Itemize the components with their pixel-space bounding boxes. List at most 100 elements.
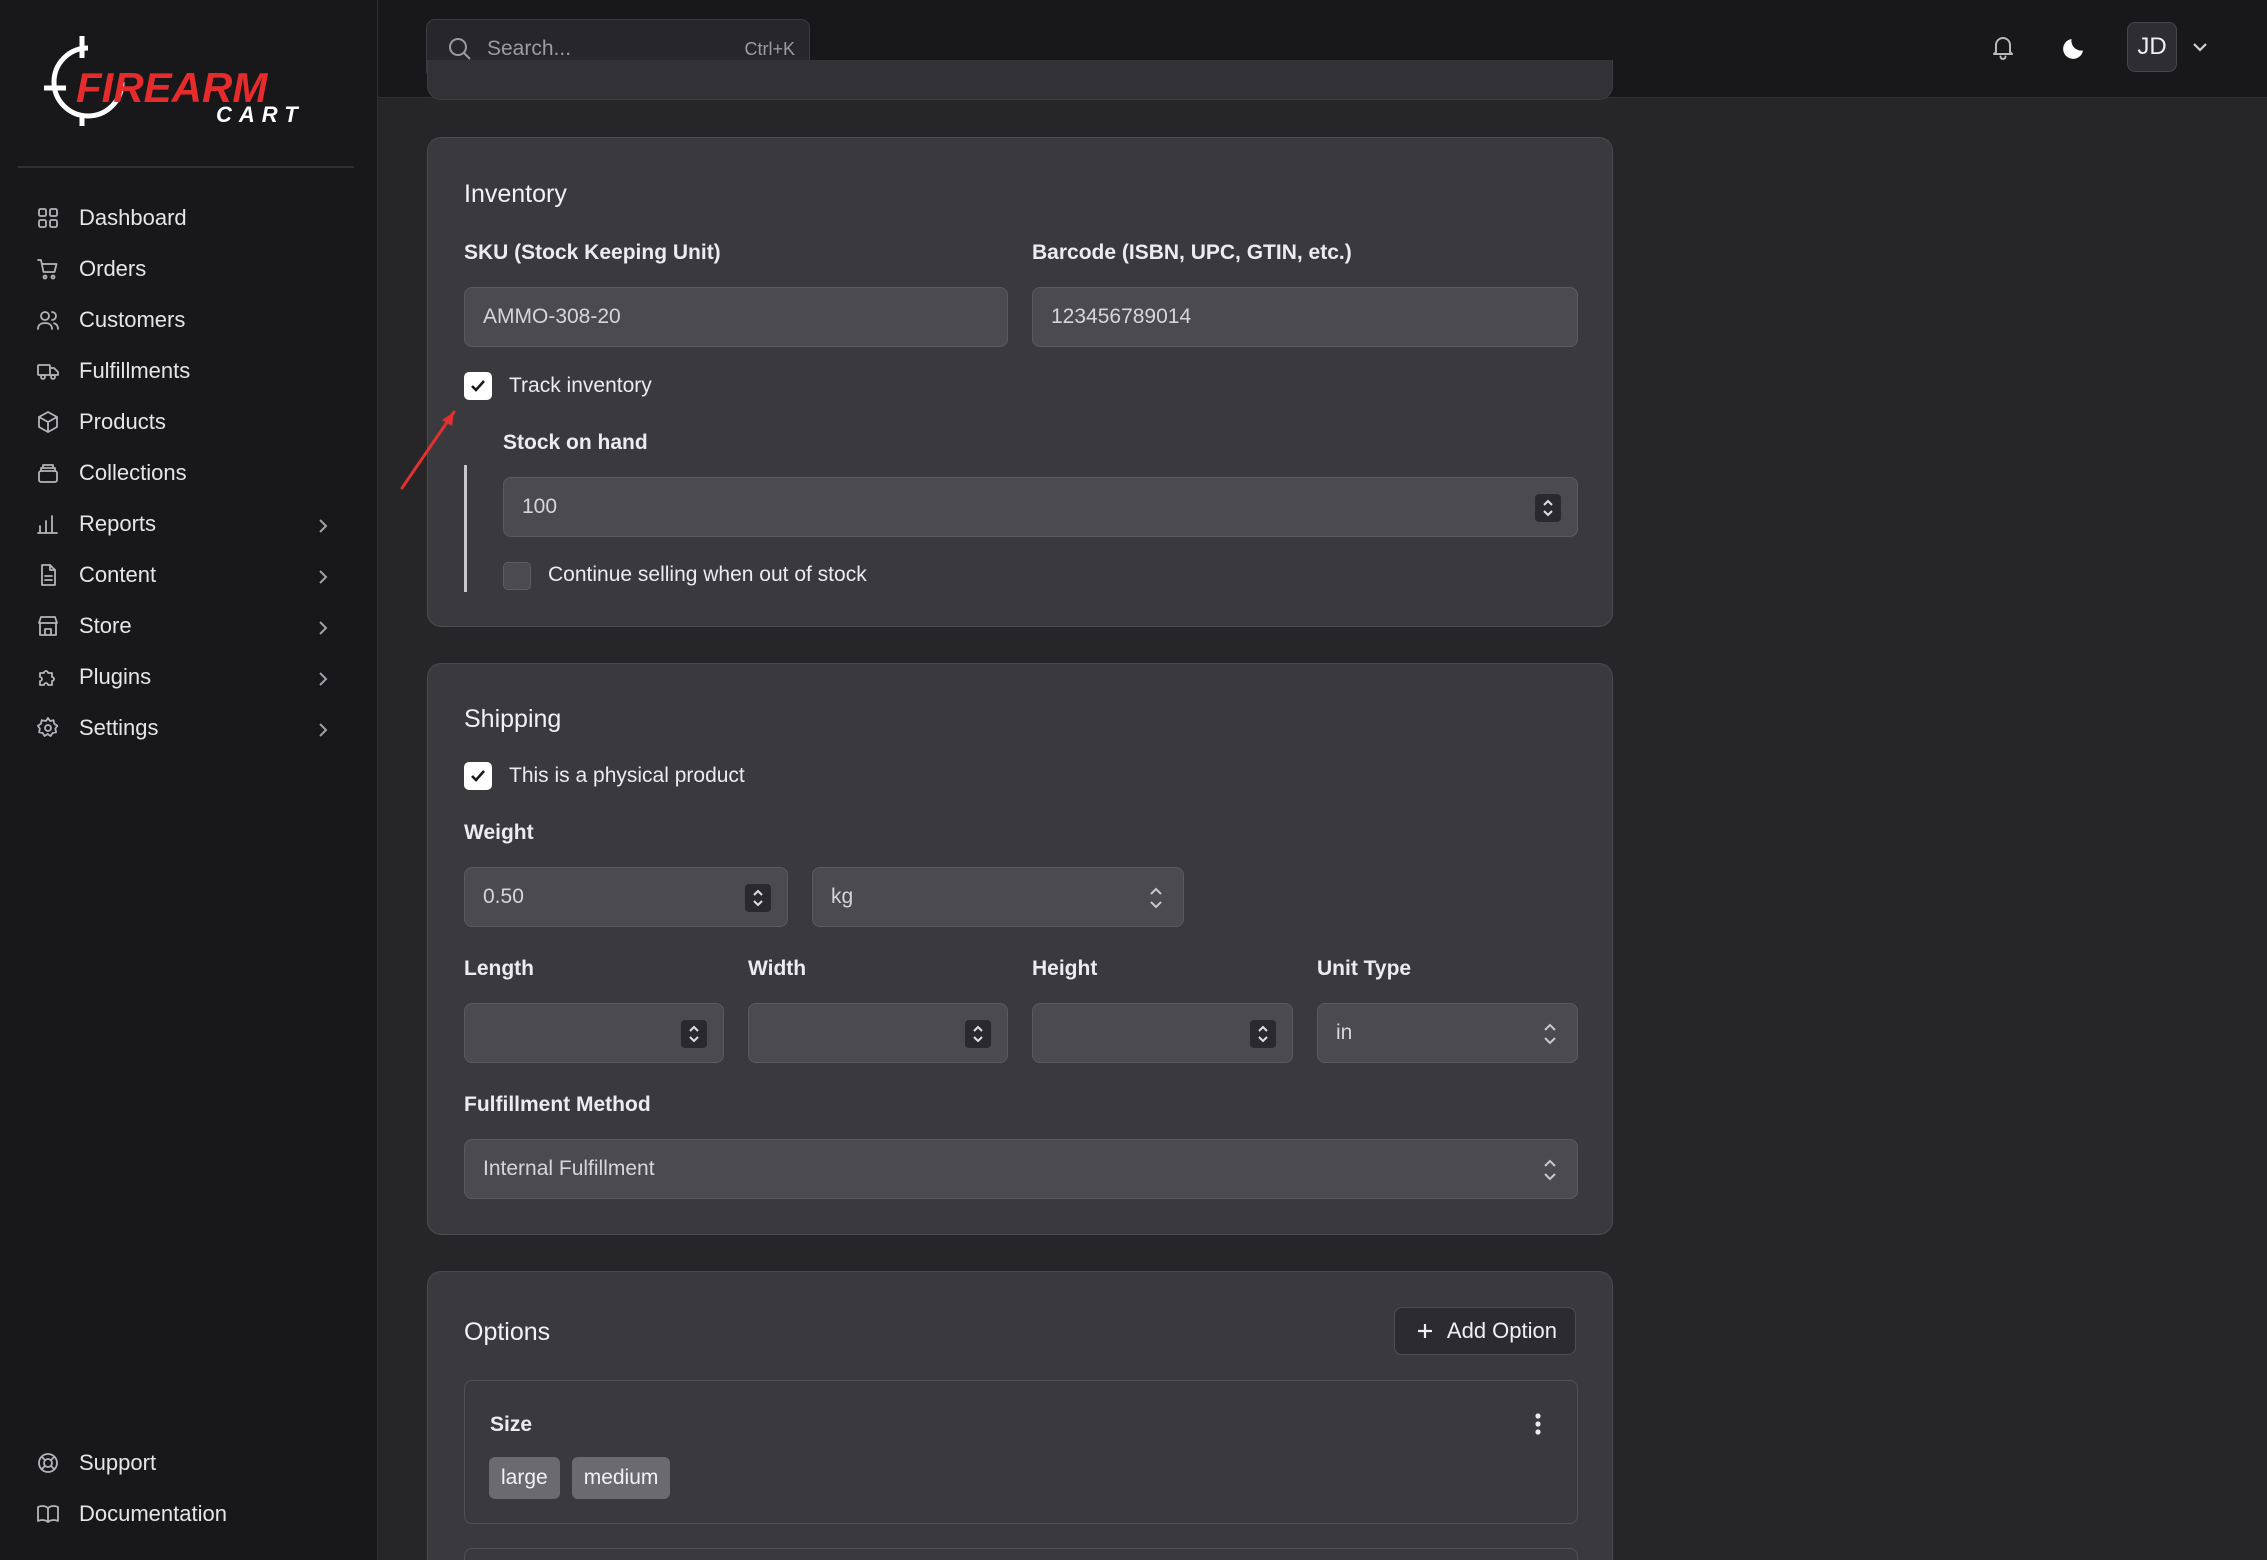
- length-input[interactable]: [464, 1003, 724, 1063]
- option-item: [464, 1548, 1578, 1560]
- physical-product-checkbox[interactable]: [464, 762, 492, 790]
- options-card: Options Add Option Size large medium: [427, 1271, 1613, 1560]
- dashboard-icon: [36, 206, 60, 230]
- bell-icon: [1993, 37, 2013, 60]
- box-icon: [36, 410, 60, 434]
- search-placeholder: Search...: [487, 37, 572, 60]
- gear-icon: [36, 716, 60, 740]
- chevron-right-icon: [314, 617, 332, 635]
- sidebar-item-fulfillments[interactable]: Fulfillments: [18, 345, 354, 396]
- sidebar-item-orders[interactable]: Orders: [18, 243, 354, 294]
- height-input[interactable]: [1032, 1003, 1293, 1063]
- barcode-label: Barcode (ISBN, UPC, GTIN, etc.): [1032, 241, 1352, 264]
- sidebar-item-reports[interactable]: Reports: [18, 498, 354, 549]
- sidebar-item-label: Reports: [79, 510, 157, 536]
- sidebar-item-label: Orders: [79, 255, 147, 281]
- width-input[interactable]: [748, 1003, 1008, 1063]
- unit-type-select[interactable]: in: [1317, 1003, 1578, 1063]
- select-arrows-icon: [1147, 885, 1165, 911]
- shipping-title: Shipping: [464, 705, 562, 733]
- height-label: Height: [1032, 957, 1098, 980]
- stock-input[interactable]: 100: [503, 477, 1578, 537]
- weight-label: Weight: [464, 821, 534, 844]
- weight-input[interactable]: 0.50: [464, 867, 788, 927]
- annotation-arrow-icon: [400, 410, 456, 490]
- weight-unit-select[interactable]: kg: [812, 867, 1184, 927]
- chevron-right-icon: [314, 515, 332, 533]
- bar-chart-icon: [36, 512, 60, 536]
- shipping-card: Shipping This is a physical product Weig…: [427, 663, 1613, 1235]
- chevron-right-icon: [314, 668, 332, 686]
- continue-selling-label: Continue selling when out of stock: [548, 563, 867, 586]
- weight-unit-value: kg: [831, 885, 854, 908]
- chevron-down-icon[interactable]: [2191, 38, 2209, 56]
- width-label: Width: [748, 957, 807, 980]
- sidebar-item-collections[interactable]: Collections: [18, 447, 354, 498]
- stepper-icon[interactable]: [745, 884, 771, 912]
- sidebar-item-label: Collections: [79, 459, 187, 485]
- nested-indent-line: [464, 465, 467, 592]
- more-vertical-icon[interactable]: [1533, 1411, 1543, 1437]
- sidebar-item-label: Plugins: [79, 663, 152, 689]
- fulfillment-method-select[interactable]: Internal Fulfillment: [464, 1139, 1578, 1199]
- barcode-input[interactable]: 123456789014: [1032, 287, 1578, 347]
- sidebar-item-store[interactable]: Store: [18, 600, 354, 651]
- sidebar-item-support[interactable]: Support: [18, 1437, 354, 1488]
- sidebar-item-settings[interactable]: Settings: [18, 702, 354, 753]
- option-value-tag: medium: [571, 1457, 671, 1499]
- sidebar-item-label: Dashboard: [79, 204, 187, 230]
- stock-value: 100: [522, 495, 558, 518]
- option-values: large medium: [489, 1457, 682, 1499]
- document-icon: [36, 563, 60, 587]
- stepper-icon[interactable]: [1250, 1020, 1276, 1048]
- sidebar: FIREARM CART Dashboard Orders Customers …: [0, 0, 378, 1560]
- theme-toggle-button[interactable]: [2055, 27, 2095, 67]
- notifications-button[interactable]: [1983, 27, 2023, 67]
- sidebar-footer-nav: Support Documentation: [18, 1437, 354, 1539]
- add-option-button[interactable]: Add Option: [1393, 1307, 1576, 1355]
- search-icon: [447, 36, 473, 62]
- sidebar-item-label: Content: [79, 561, 157, 587]
- stepper-icon[interactable]: [681, 1020, 707, 1048]
- sidebar-item-label: Settings: [79, 714, 159, 740]
- stepper-icon[interactable]: [1535, 494, 1561, 522]
- select-arrows-icon: [1541, 1157, 1559, 1183]
- sidebar-divider: [18, 166, 354, 168]
- track-inventory-label: Track inventory: [509, 374, 652, 397]
- track-inventory-checkbox[interactable]: [464, 372, 492, 400]
- sidebar-item-content[interactable]: Content: [18, 549, 354, 600]
- sidebar-item-label: Customers: [79, 306, 186, 332]
- check-icon: [471, 380, 485, 392]
- sidebar-item-label: Fulfillments: [79, 357, 191, 383]
- sidebar-item-dashboard[interactable]: Dashboard: [18, 192, 354, 243]
- sidebar-nav: Dashboard Orders Customers Fulfillments …: [18, 192, 354, 753]
- unit-type-label: Unit Type: [1317, 957, 1412, 980]
- option-name: Size: [490, 1413, 533, 1436]
- cart-icon: [36, 257, 60, 281]
- physical-product-label: This is a physical product: [509, 764, 745, 787]
- check-icon: [471, 770, 485, 782]
- lifebuoy-icon: [36, 1451, 60, 1475]
- sku-label: SKU (Stock Keeping Unit): [464, 241, 721, 264]
- unit-type-value: in: [1336, 1021, 1353, 1044]
- sidebar-item-products[interactable]: Products: [18, 396, 354, 447]
- logo-wordmark-bottom: CART: [216, 102, 305, 127]
- sidebar-item-documentation[interactable]: Documentation: [18, 1488, 354, 1539]
- topbar-actions: JD: [1951, 22, 2209, 72]
- sidebar-item-customers[interactable]: Customers: [18, 294, 354, 345]
- book-icon: [36, 1502, 60, 1526]
- sidebar-item-plugins[interactable]: Plugins: [18, 651, 354, 702]
- avatar[interactable]: JD: [2127, 22, 2177, 72]
- store-icon: [36, 614, 60, 638]
- search-shortcut: Ctrl+K: [744, 38, 795, 59]
- moon-icon: [2063, 39, 2083, 59]
- chevron-right-icon: [314, 719, 332, 737]
- sidebar-item-label: Products: [79, 408, 166, 434]
- continue-selling-checkbox[interactable]: [503, 562, 531, 590]
- add-option-label: Add Option: [1446, 1318, 1557, 1343]
- option-item: Size large medium: [464, 1380, 1578, 1524]
- brand-logo[interactable]: FIREARM CART: [40, 34, 340, 130]
- sku-input[interactable]: AMMO-308-20: [464, 287, 1008, 347]
- stepper-icon[interactable]: [965, 1020, 991, 1048]
- collection-icon: [36, 461, 60, 485]
